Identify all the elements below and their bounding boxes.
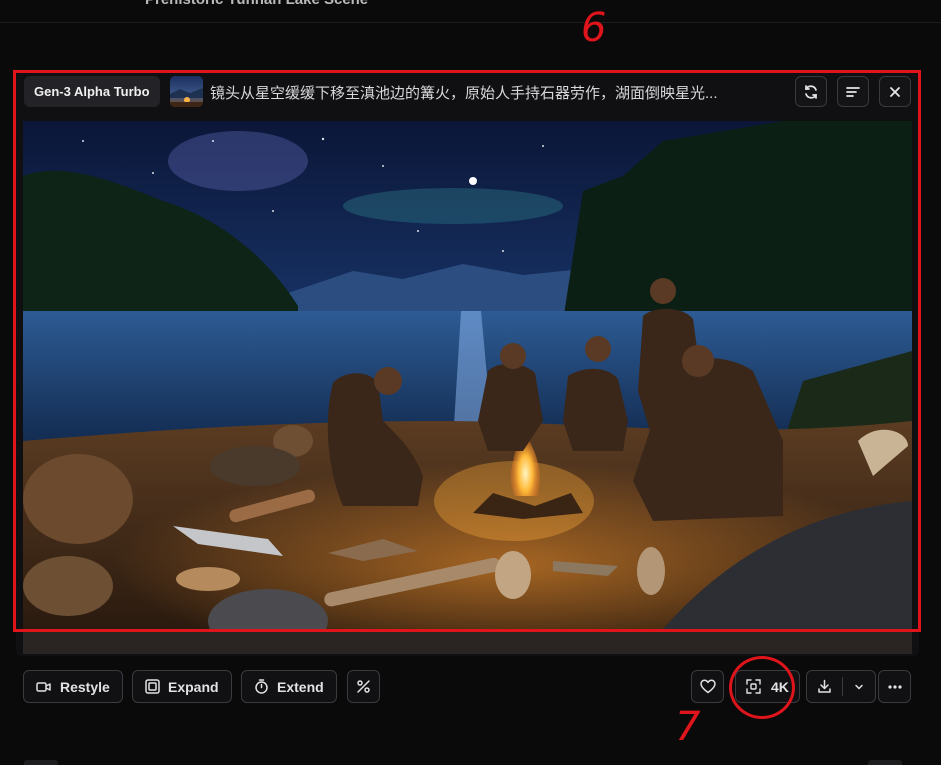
heart-icon — [699, 679, 716, 694]
prompt-thumbnail[interactable] — [170, 76, 203, 107]
page-title: Prehistoric Yunnan Lake Scene ··· — [145, 0, 402, 8]
more-actions-button[interactable] — [878, 670, 911, 703]
extend-button[interactable]: Extend — [241, 670, 337, 703]
expand-button[interactable]: Expand — [132, 670, 232, 703]
top-divider — [0, 22, 941, 23]
generation-header: Gen-3 Alpha Turbo 镜头从星空缓缓下移至滇池边的篝火，原始人手持… — [24, 75, 912, 109]
next-card-edge — [0, 756, 941, 765]
magic-tools-icon — [357, 680, 370, 693]
annotation-label-7: 7 — [675, 704, 701, 750]
chevron-down-icon[interactable] — [853, 681, 865, 693]
upscale-label: 4K — [771, 678, 789, 695]
favorite-button[interactable] — [691, 670, 724, 703]
annotation-label-6: 6 — [581, 5, 607, 51]
download-divider — [842, 677, 843, 696]
extend-label: Extend — [277, 678, 324, 695]
refresh-icon — [805, 84, 817, 99]
close-button[interactable] — [879, 76, 911, 107]
preview-bottom-strip — [23, 629, 912, 654]
details-button[interactable] — [837, 76, 869, 107]
campfire-scene-image — [23, 121, 912, 629]
download-button[interactable] — [806, 670, 876, 703]
expand-label: Expand — [168, 678, 219, 695]
video-camera-icon — [36, 681, 51, 692]
restyle-button[interactable]: Restyle — [23, 670, 123, 703]
model-badge: Gen-3 Alpha Turbo — [24, 76, 160, 107]
prompt-text: 镜头从星空缓缓下移至滇池边的篝火，原始人手持石器劳作，湖面倒映星光... — [210, 85, 718, 102]
download-icon — [818, 679, 831, 693]
tools-button[interactable] — [347, 670, 380, 703]
menu-lines-icon — [846, 86, 860, 97]
upscale-icon — [746, 679, 761, 694]
more-dots-icon — [887, 684, 902, 689]
page-title-text: Prehistoric Yunnan Lake Scene — [145, 0, 368, 8]
restyle-label: Restyle — [60, 678, 110, 695]
regenerate-button[interactable] — [795, 76, 827, 107]
action-toolbar: Restyle Expand Extend 4K — [23, 670, 912, 703]
video-preview[interactable] — [23, 121, 912, 629]
expand-frame-icon — [145, 679, 160, 694]
more-options-icon[interactable]: ··· — [384, 0, 402, 8]
upscale-4k-button[interactable]: 4K — [735, 670, 800, 703]
timer-icon — [255, 679, 268, 694]
close-icon — [890, 86, 900, 97]
next-card-stub-left — [24, 760, 58, 765]
next-card-stub-right — [868, 760, 902, 765]
